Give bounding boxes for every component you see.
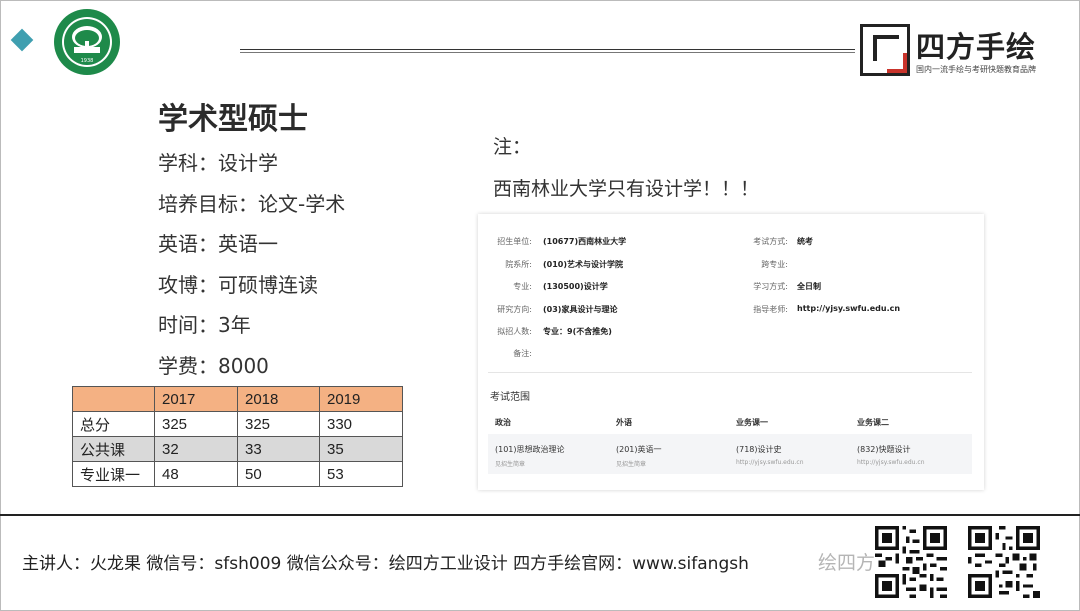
scope-subject: (718)设计史 bbox=[736, 445, 782, 454]
header-rule bbox=[240, 49, 855, 50]
field-label: 招生单位: bbox=[497, 237, 532, 246]
scope-subject: (101)思想政治理论 bbox=[495, 445, 565, 454]
scope-note-link[interactable]: 见招生简章 bbox=[495, 459, 525, 468]
scope-subject: (832)快题设计 bbox=[857, 445, 911, 454]
card-divider bbox=[488, 372, 972, 373]
page-title: 学术型硕士 bbox=[158, 102, 308, 137]
table-header-cell: 2017 bbox=[154, 386, 238, 412]
exam-scope-title: 考试范围 bbox=[490, 392, 530, 403]
table-cell: 专业课一 bbox=[72, 461, 155, 487]
admission-info-card: 招生单位: (10677)西南林业大学 院系所: (010)艺术与设计学院 专业… bbox=[478, 214, 984, 490]
field-label: 指导老师: bbox=[753, 305, 788, 314]
table-header-row: 2017 2018 2019 bbox=[72, 386, 403, 412]
field-label: 备注: bbox=[513, 349, 532, 358]
scope-note-link[interactable]: 见招生简章 bbox=[616, 459, 646, 468]
table-cell: 35 bbox=[319, 436, 403, 462]
note-text: 西南林业大学只有设计学！！！ bbox=[493, 178, 760, 200]
advisor-link[interactable]: http://yjsy.swfu.edu.cn bbox=[797, 304, 900, 313]
scope-header: 政治 bbox=[495, 418, 511, 427]
note-label: 注： bbox=[493, 136, 532, 158]
field-label: 拟招人数: bbox=[497, 327, 532, 336]
header-rule-secondary bbox=[240, 52, 855, 53]
scope-header: 业务课二 bbox=[857, 418, 889, 427]
field-label: 跨专业: bbox=[761, 260, 788, 269]
field-label: 院系所: bbox=[505, 260, 532, 269]
field-value: 专业：9(不含推免) bbox=[543, 327, 612, 336]
table-header-cell: 2019 bbox=[319, 386, 403, 412]
score-table: 2017 2018 2019 总分 325 325 330 公共课 32 33 … bbox=[72, 386, 403, 487]
info-tuition: 学费：8000 bbox=[158, 354, 269, 378]
qr-code-icon bbox=[875, 526, 947, 598]
table-row: 公共课 32 33 35 bbox=[72, 436, 403, 462]
field-value: (010)艺术与设计学院 bbox=[543, 260, 624, 269]
field-value: (130500)设计学 bbox=[543, 282, 608, 291]
brand-block: 四方手绘 国内一流手绘与考研快题教育品牌 bbox=[860, 24, 1052, 90]
table-cell: 53 bbox=[319, 461, 403, 487]
logo-year: 1938 bbox=[81, 58, 94, 64]
field-value: (03)家具设计与理论 bbox=[543, 305, 618, 314]
scope-header: 业务课一 bbox=[736, 418, 768, 427]
field-label: 考试方式: bbox=[753, 237, 788, 246]
qr-code-icon bbox=[968, 526, 1040, 598]
field-value: 全日制 bbox=[797, 282, 821, 291]
table-cell: 50 bbox=[237, 461, 320, 487]
brand-mark-icon bbox=[860, 24, 910, 76]
table-cell: 330 bbox=[319, 411, 403, 437]
scope-header: 外语 bbox=[616, 418, 632, 427]
brand-name: 四方手绘 bbox=[916, 30, 1037, 64]
table-header-cell: 2018 bbox=[237, 386, 320, 412]
table-cell: 325 bbox=[154, 411, 238, 437]
info-subject: 学科：设计学 bbox=[158, 151, 278, 175]
brand-slogan: 国内一流手绘与考研快题教育品牌 bbox=[916, 65, 1036, 74]
field-label: 专业: bbox=[513, 282, 532, 291]
info-duration: 时间：3年 bbox=[158, 313, 251, 337]
university-logo: 1938 bbox=[54, 9, 120, 75]
field-value: 统考 bbox=[797, 237, 813, 246]
info-goal: 培养目标：论文-学术 bbox=[158, 192, 346, 216]
field-value: (10677)西南林业大学 bbox=[543, 237, 627, 246]
table-cell: 48 bbox=[154, 461, 238, 487]
table-cell: 325 bbox=[237, 411, 320, 437]
field-label: 研究方向: bbox=[497, 305, 532, 314]
info-phd: 攻博：可硕博连读 bbox=[158, 273, 318, 297]
table-cell: 33 bbox=[237, 436, 320, 462]
info-english: 英语：英语一 bbox=[158, 232, 278, 256]
table-cell: 公共课 bbox=[72, 436, 155, 462]
footer-credits: 主讲人：火龙果 微信号：sfsh009 微信公众号：绘四方工业设计 四方手绘官网… bbox=[22, 554, 749, 574]
scope-note-link[interactable]: http://yjsy.swfu.edu.cn bbox=[736, 459, 804, 466]
field-label: 学习方式: bbox=[753, 282, 788, 291]
table-header-cell bbox=[72, 386, 155, 412]
table-cell: 32 bbox=[154, 436, 238, 462]
footer-rule bbox=[0, 514, 1080, 516]
table-row: 总分 325 325 330 bbox=[72, 411, 403, 437]
scope-subject: (201)英语一 bbox=[616, 445, 662, 454]
table-row: 专业课一 48 50 53 bbox=[72, 461, 403, 487]
scope-note-link[interactable]: http://yjsy.swfu.edu.cn bbox=[857, 459, 925, 466]
table-cell: 总分 bbox=[72, 411, 155, 437]
